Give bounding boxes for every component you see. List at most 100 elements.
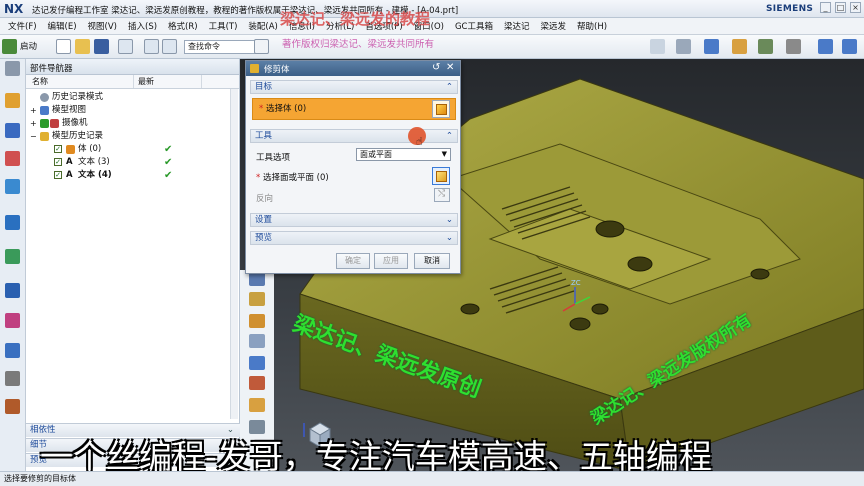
required-marker: * [256, 173, 263, 183]
tree-label: 文本 (4) [78, 170, 112, 180]
reverse-direction-icon: ⤭ [438, 189, 446, 199]
tree-row-text-4[interactable]: ✓ A 文本 (4) ✔ [26, 169, 239, 182]
system-materials-icon[interactable] [5, 313, 20, 328]
select-body-row[interactable]: * 选择体 (0) [252, 98, 456, 120]
constraint-navigator-icon[interactable] [5, 123, 20, 138]
shaded-icon[interactable] [732, 39, 747, 54]
start-icon[interactable] [2, 39, 17, 54]
column-name[interactable]: 名称 [26, 75, 134, 88]
visibility-checkbox[interactable]: ✓ [54, 145, 62, 153]
menu-gc-toolbox[interactable]: GC工具箱 [455, 20, 493, 32]
minimize-button[interactable]: _ [820, 2, 831, 13]
tool-option-value: 面或平面 [360, 150, 392, 159]
hole-icon[interactable] [249, 292, 265, 306]
trim-body-icon[interactable] [249, 398, 265, 412]
extrude-icon[interactable] [249, 272, 265, 286]
chevron-down-icon: ⌄ [445, 215, 453, 225]
view-fit-icon[interactable] [650, 39, 665, 54]
start-button[interactable]: 启动 [20, 40, 37, 52]
section-target[interactable]: 目标 ⌃ [250, 80, 458, 94]
menu-view[interactable]: 视图(V) [88, 20, 117, 32]
tree-row-model-history[interactable]: − 模型历史记录 [26, 130, 239, 143]
tree-row-model-views[interactable]: + 模型视图 [26, 104, 239, 117]
chamfer-icon[interactable] [249, 376, 265, 390]
select-face-button[interactable] [432, 167, 450, 185]
tool-option-select[interactable]: 面或平面 ▼ [356, 148, 451, 161]
layer-icon[interactable] [758, 39, 773, 54]
navigator-title: 部件导航器 [26, 59, 239, 75]
close-icon[interactable]: ✕ [446, 62, 454, 73]
menu-custom-1[interactable]: 梁达记 [504, 20, 530, 32]
up-to-date-icon: ✔ [164, 157, 173, 168]
section-tool[interactable]: 工具 ⌃ [250, 129, 458, 143]
tree-row-cameras[interactable]: + 摄像机 [26, 117, 239, 130]
settings-icon[interactable] [5, 61, 20, 76]
tool-option-label: 工具选项 [256, 153, 291, 163]
menu-tools[interactable]: 工具(T) [209, 20, 238, 32]
assembly-navigator-icon[interactable] [5, 93, 20, 108]
manufacturing-wizard-icon[interactable] [5, 371, 20, 386]
menu-edit[interactable]: 编辑(E) [48, 20, 77, 32]
web-browser-icon[interactable] [5, 215, 20, 230]
tree-row-text-3[interactable]: ✓ A 文本 (3) ✔ [26, 156, 239, 169]
title-bar: NX 达记发仔编程工作室 梁达记、梁远发原创教程，教程的著作版权属于梁达记、梁远… [0, 0, 864, 18]
tree-label: 历史记录模式 [52, 92, 104, 102]
tree-row-history-mode[interactable]: 历史记录模式 [26, 91, 239, 104]
copy-icon[interactable] [162, 39, 177, 54]
new-file-icon[interactable] [56, 39, 71, 54]
tree-row-body-0[interactable]: ✓ 体 (0) ✔ [26, 143, 239, 156]
body-icon [66, 145, 75, 154]
section-preview[interactable]: 预览 ⌄ [250, 231, 458, 245]
clock-icon[interactable] [5, 283, 20, 298]
expand-icon[interactable]: + [30, 117, 37, 130]
menu-format[interactable]: 格式(R) [168, 20, 198, 32]
maximize-button[interactable]: □ [835, 2, 846, 13]
part-navigator: 部件导航器 名称 最新 历史记录模式 + 模型视图 + 摄像机 − 模型历史记录… [26, 59, 240, 471]
selection-filter-icon[interactable] [818, 39, 833, 54]
cancel-button[interactable]: 取消 [414, 253, 450, 269]
navigator-scrollbar[interactable] [230, 89, 238, 419]
process-studio-icon[interactable] [5, 343, 20, 358]
expand-icon[interactable]: + [30, 104, 37, 117]
zc-axis-label: ZC [571, 279, 581, 287]
close-button[interactable]: × [850, 2, 861, 13]
snap-point-icon[interactable] [842, 39, 857, 54]
undo-icon[interactable] [118, 39, 133, 54]
orient-view-icon[interactable] [704, 39, 719, 54]
reset-icon[interactable]: ↺ [432, 62, 440, 73]
column-latest[interactable]: 最新 [134, 75, 202, 88]
face-plane-icon [436, 171, 447, 182]
section-settings-label: 设置 [255, 215, 273, 225]
up-to-date-icon: ✔ [164, 144, 173, 155]
part-navigator-icon[interactable] [5, 151, 20, 166]
section-settings[interactable]: 设置 ⌄ [250, 213, 458, 227]
menu-help[interactable]: 帮助(H) [577, 20, 607, 32]
roles-icon[interactable] [5, 399, 20, 414]
model-views-icon [40, 106, 49, 115]
search-icon[interactable] [254, 39, 269, 54]
visibility-checkbox[interactable]: ✓ [54, 158, 62, 166]
edge-blend-icon[interactable] [249, 356, 265, 370]
ok-button[interactable]: 确定 [336, 253, 370, 269]
select-face-row[interactable]: * 选择面或平面 (0) [256, 171, 329, 183]
menu-file[interactable]: 文件(F) [8, 20, 37, 32]
open-folder-icon[interactable] [75, 39, 90, 54]
chevron-up-icon: ⌃ [445, 82, 453, 92]
pattern-icon[interactable] [249, 314, 265, 328]
reverse-direction-button[interactable]: ⤭ [434, 188, 450, 202]
menu-insert[interactable]: 插入(S) [128, 20, 157, 32]
visibility-checkbox[interactable]: ✓ [54, 171, 62, 179]
menu-assembly[interactable]: 装配(A) [248, 20, 277, 32]
unite-icon[interactable] [249, 334, 265, 348]
render-style-icon[interactable] [676, 39, 691, 54]
history-icon[interactable] [5, 249, 20, 264]
apply-button[interactable]: 应用 [374, 253, 408, 269]
background-icon[interactable] [786, 39, 801, 54]
collapse-icon[interactable]: − [30, 130, 37, 143]
select-body-button[interactable] [432, 100, 450, 118]
camera-icon [50, 119, 59, 128]
save-icon[interactable] [94, 39, 109, 54]
reuse-library-icon[interactable] [5, 179, 20, 194]
menu-custom-2[interactable]: 梁远发 [541, 20, 567, 32]
cut-icon[interactable] [144, 39, 159, 54]
